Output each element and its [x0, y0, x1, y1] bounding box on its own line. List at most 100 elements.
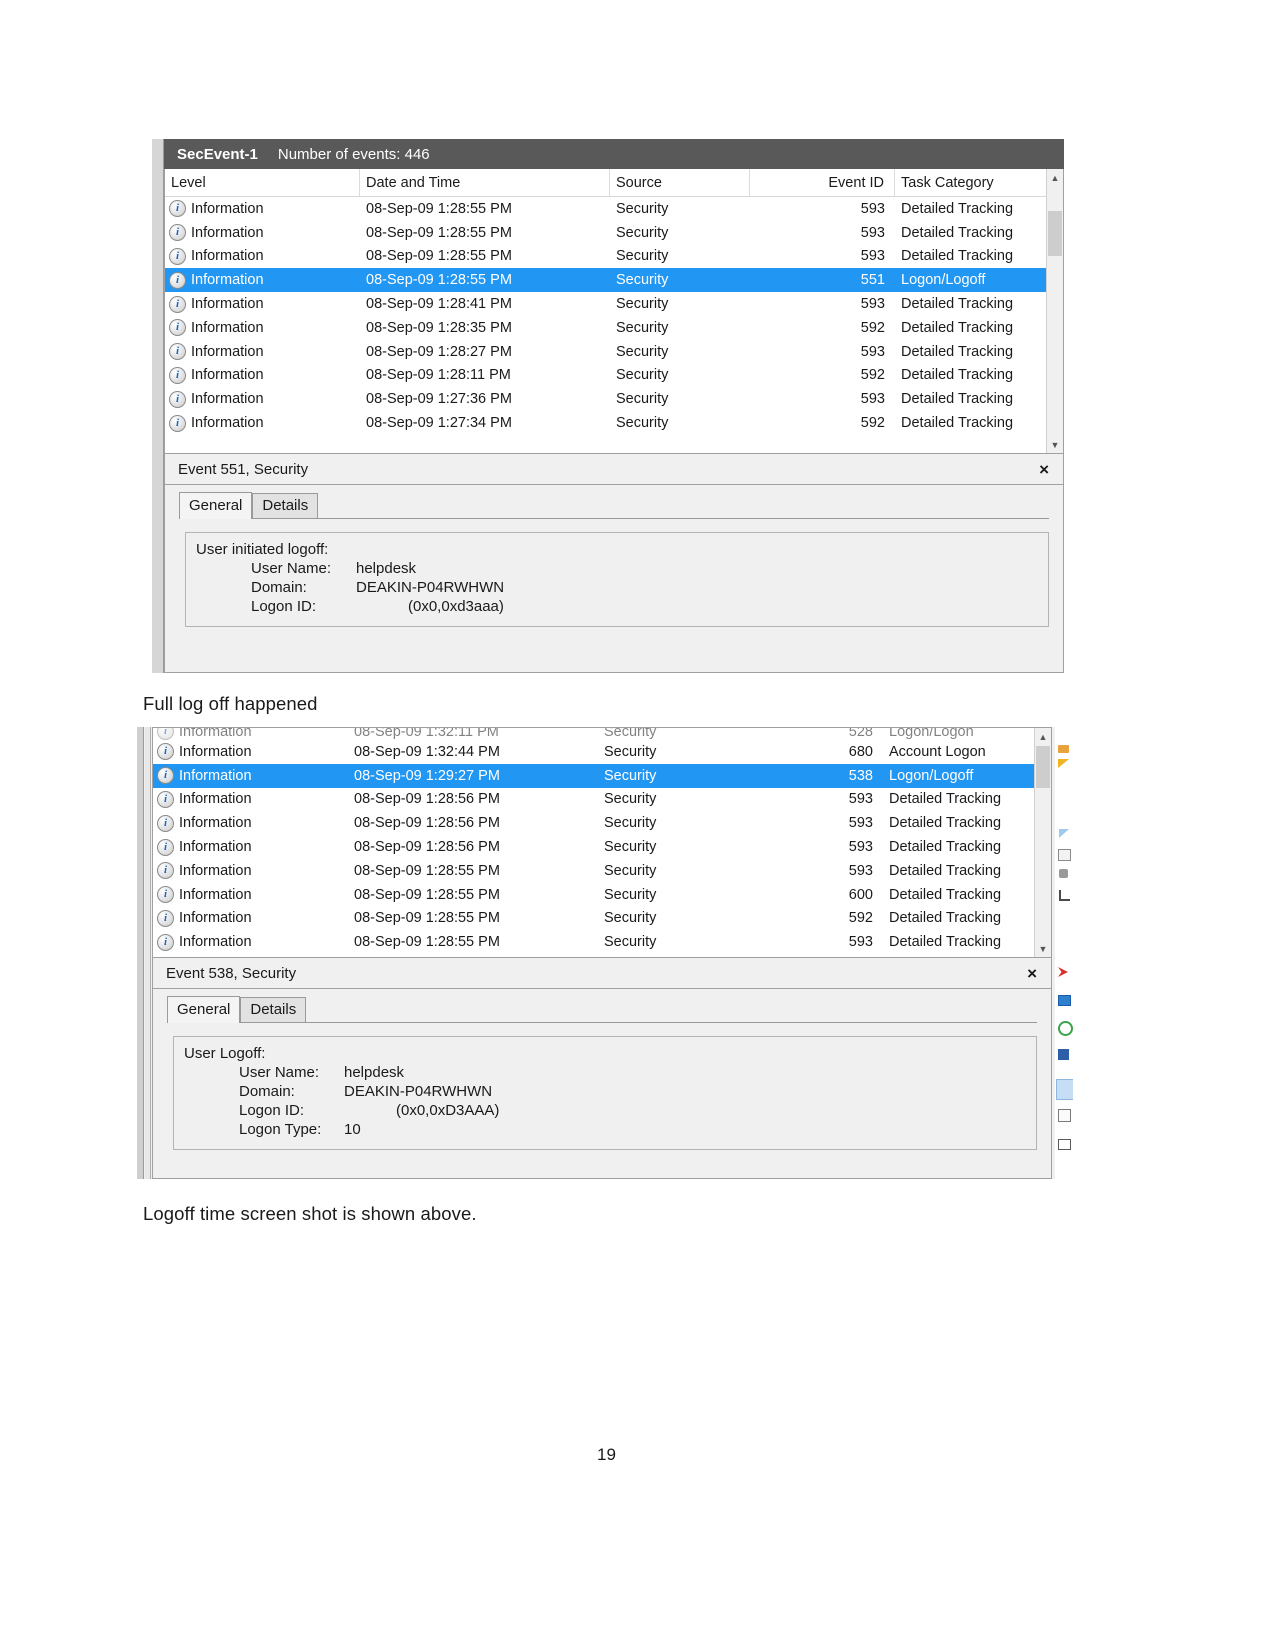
table-row[interactable]: i Information 08-Sep-09 1:28:55 PM Security…	[153, 930, 1051, 954]
column-header-date[interactable]: Date and Time	[360, 169, 610, 196]
info-icon: i	[157, 933, 174, 951]
cell-event-id: 593	[848, 934, 873, 951]
column-header-task-category[interactable]: Task Category	[895, 169, 1040, 196]
cell-date-time: 08-Sep-09 1:28:41 PM	[366, 296, 512, 313]
cell-event-id: 528	[848, 728, 873, 740]
cell-level: i Information	[165, 319, 360, 337]
tab-general-2[interactable]: General	[167, 996, 241, 1023]
cell-task-category: Logon/Logon	[889, 728, 974, 740]
event-field-key: Logon ID:	[251, 598, 317, 615]
table-row[interactable]: i Information 08-Sep-09 1:28:56 PM Security…	[153, 788, 1051, 812]
cell-date-time: 08-Sep-09 1:29:27 PM	[354, 767, 500, 784]
cell-date-time: 08-Sep-09 1:28:56 PM	[354, 815, 500, 832]
table-row[interactable]: i Information 08-Sep-09 1:28:55 PM Security…	[165, 245, 1063, 269]
find-icon[interactable]	[1059, 890, 1070, 901]
red-arrow-icon[interactable]	[1058, 967, 1068, 977]
ruler-icon[interactable]	[1058, 1139, 1071, 1150]
table-row[interactable]: i Information 08-Sep-09 1:28:56 PM Security…	[153, 835, 1051, 859]
filter-icon[interactable]	[1059, 829, 1069, 838]
properties-icon[interactable]	[1058, 849, 1071, 861]
tab-details[interactable]: Details	[252, 493, 319, 518]
table-row[interactable]: i Information 08-Sep-09 1:32:11 PM Security…	[153, 728, 1051, 740]
table-row[interactable]: i Information 08-Sep-09 1:28:41 PM Security…	[165, 292, 1063, 316]
cell-task-category: Detailed Tracking	[901, 200, 1014, 217]
close-icon-2[interactable]: ×	[1027, 965, 1037, 982]
event-field-value: helpdesk	[356, 560, 417, 577]
cell-source: Security	[616, 224, 669, 241]
table-row[interactable]: i Information 08-Sep-09 1:28:27 PM Security…	[165, 340, 1063, 364]
event-detail-tabs: General Details	[179, 492, 1063, 519]
cell-task-category: Detailed Tracking	[889, 839, 1002, 856]
cell-source: Security	[616, 200, 669, 217]
event-count: Number of events: 446	[277, 145, 430, 163]
cell-event-id: 592	[860, 415, 885, 432]
table-row[interactable]: i Information 08-Sep-09 1:27:34 PM Security…	[165, 411, 1063, 435]
tab-general[interactable]: General	[179, 492, 253, 519]
table-row[interactable]: i Information 08-Sep-09 1:28:55 PM Security…	[165, 197, 1063, 221]
event-field-key: Logon ID:	[239, 1102, 305, 1119]
table-row[interactable]: i Information 08-Sep-09 1:28:55 PM Security…	[153, 907, 1051, 931]
cell-task-category: Account Logon	[889, 743, 986, 760]
cell-source: Security	[616, 296, 669, 313]
table-row[interactable]: i Information 08-Sep-09 1:28:56 PM Security…	[153, 811, 1051, 835]
cell-level-label: Information	[191, 367, 264, 384]
lock-icon[interactable]	[1059, 869, 1068, 878]
cell-source: Security	[604, 862, 657, 879]
table-row[interactable]: i Information 08-Sep-09 1:29:27 PM Security…	[153, 763, 1051, 788]
cell-level-label: Information	[179, 934, 252, 951]
window-chrome-left-edge-2	[137, 727, 144, 1179]
cell-source: Security	[604, 886, 657, 903]
scrollbar-thumb[interactable]	[1048, 211, 1062, 256]
flag-icon[interactable]	[1058, 759, 1069, 768]
window-icon[interactable]	[1058, 995, 1071, 1006]
cell-task-category: Detailed Tracking	[889, 934, 1002, 951]
column-header-event-id[interactable]: Event ID	[750, 169, 895, 196]
scrollbar-thumb-2[interactable]	[1036, 746, 1050, 788]
cell-task-category: Logon/Logoff	[901, 272, 986, 289]
close-icon[interactable]: ×	[1039, 461, 1049, 478]
scroll-down-icon[interactable]: ▼	[1047, 436, 1063, 453]
info-icon: i	[157, 743, 174, 761]
table-row[interactable]: i Information 08-Sep-09 1:28:55 PM Security…	[165, 221, 1063, 245]
event-detail-body-2: General Details User Logoff: User Name: h…	[152, 989, 1052, 1179]
event-list[interactable]: Level Date and Time Source Event ID Task…	[164, 169, 1064, 454]
cell-level: i Information	[165, 390, 360, 408]
cell-event-id: 593	[860, 391, 885, 408]
browser-icon[interactable]	[1058, 1021, 1073, 1036]
cell-level: i Information	[153, 909, 348, 927]
event-field-list: User Name: helpdesk Domain: DEAKIN-P04RWHWN…	[196, 559, 1038, 616]
cell-level-label: Information	[191, 415, 264, 432]
column-header-level[interactable]: Level	[165, 169, 360, 196]
sheet-icon[interactable]	[1058, 1109, 1071, 1122]
event-list-scrollbar[interactable]: ▲ ▼	[1046, 169, 1063, 453]
cell-date-time: 08-Sep-09 1:28:55 PM	[366, 248, 512, 265]
event-list-scrollbar-2[interactable]: ▲ ▼	[1034, 728, 1051, 957]
event-detail-header-2: Event 538, Security ×	[152, 958, 1052, 989]
table-row[interactable]: i Information 08-Sep-09 1:28:55 PM Security…	[153, 883, 1051, 907]
cell-source: Security	[616, 248, 669, 265]
tab-details-2[interactable]: Details	[240, 997, 307, 1022]
column-header-source[interactable]: Source	[610, 169, 750, 196]
table-row[interactable]: i Information 08-Sep-09 1:28:55 PM Security…	[165, 268, 1063, 293]
folder-icon[interactable]	[1058, 745, 1069, 753]
window-chrome-left-edge-3	[145, 727, 151, 1179]
scroll-up-icon-2[interactable]: ▲	[1035, 728, 1051, 745]
cell-event-id: 592	[848, 910, 873, 927]
cell-task-category: Detailed Tracking	[901, 296, 1014, 313]
cell-source: Security	[604, 767, 657, 784]
table-row[interactable]: i Information 08-Sep-09 1:27:36 PM Security…	[165, 387, 1063, 411]
scroll-up-icon[interactable]: ▲	[1047, 169, 1063, 186]
table-row[interactable]: i Information 08-Sep-09 1:28:35 PM Security…	[165, 316, 1063, 340]
table-row[interactable]: i Information 08-Sep-09 1:32:44 PM Security…	[153, 740, 1051, 764]
document-blue-icon[interactable]	[1058, 1049, 1069, 1060]
scroll-down-icon-2[interactable]: ▼	[1035, 940, 1051, 957]
app-tile-icon[interactable]	[1056, 1079, 1073, 1100]
cell-event-id: 680	[848, 743, 873, 760]
event-field-value: DEAKIN-P04RWHWN	[356, 579, 505, 596]
table-row[interactable]: i Information 08-Sep-09 1:28:55 PM Security…	[153, 859, 1051, 883]
event-field-value: 10	[344, 1121, 361, 1138]
cell-date-time: 08-Sep-09 1:27:34 PM	[366, 415, 512, 432]
info-icon: i	[169, 343, 186, 361]
event-list-2[interactable]: i Information 08-Sep-09 1:32:11 PM Security…	[152, 727, 1052, 958]
table-row[interactable]: i Information 08-Sep-09 1:28:11 PM Security…	[165, 364, 1063, 388]
